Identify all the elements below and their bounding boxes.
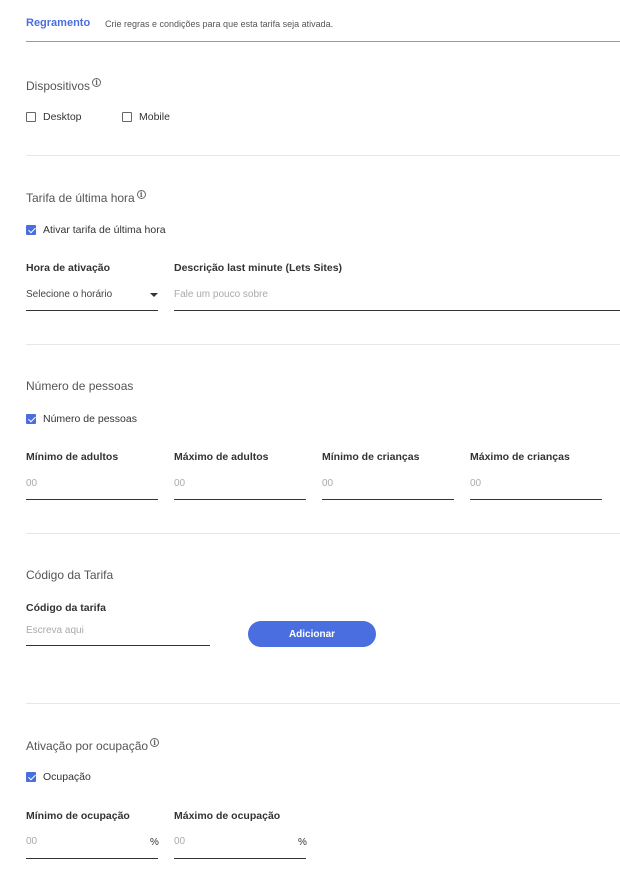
checkbox-people[interactable]	[26, 414, 36, 424]
devices-title: Dispositivos	[26, 79, 91, 93]
checkbox-label-people: Número de pessoas	[43, 413, 137, 425]
input-max-adults[interactable]: 00	[174, 478, 185, 489]
checkbox-mobile[interactable]	[122, 112, 132, 122]
field-label-description: Descrição last minute (Lets Sites)	[174, 262, 343, 274]
section-title-last-minute: Tarifa de última hora i	[26, 190, 146, 205]
input-min-occupancy[interactable]: 00	[26, 836, 37, 847]
input-max-children[interactable]: 00	[470, 478, 481, 489]
field-label-rate-code: Código da tarifa	[26, 602, 106, 614]
checkbox-label-desktop: Desktop	[43, 111, 82, 123]
add-button[interactable]: Adicionar	[248, 621, 376, 647]
field-label-min-children: Mínimo de crianças	[322, 451, 420, 463]
section-title-occupancy: Ativação por ocupação i	[26, 738, 160, 753]
tab-description: Crie regras e condições para que esta ta…	[105, 19, 334, 29]
info-icon[interactable]: i	[136, 190, 146, 199]
last-minute-title: Tarifa de última hora	[26, 191, 135, 205]
percent-unit: %	[150, 837, 159, 848]
input-max-occupancy[interactable]: 00	[174, 836, 185, 847]
field-label-min-adults: Mínimo de adultos	[26, 451, 119, 463]
checkbox-last-minute[interactable]	[26, 225, 36, 235]
field-underline	[26, 858, 158, 859]
tab-underline	[26, 41, 620, 42]
checkbox-label-mobile: Mobile	[139, 111, 170, 123]
checkbox-label-occupancy: Ocupação	[43, 771, 91, 783]
divider	[26, 533, 620, 534]
field-label-min-occupancy: Mínimo de ocupação	[26, 810, 130, 822]
field-label-activation-hour: Hora de ativação	[26, 262, 111, 274]
field-underline	[26, 310, 158, 311]
occupancy-title: Ativação por ocupação	[26, 739, 149, 753]
checkbox-desktop[interactable]	[26, 112, 36, 122]
field-underline	[174, 499, 306, 500]
field-underline	[26, 645, 210, 646]
tab-regramento[interactable]: Regramento	[26, 17, 90, 29]
info-icon[interactable]: i	[150, 738, 160, 747]
checkbox-label-last-minute: Ativar tarifa de última hora	[43, 224, 166, 236]
section-title-devices: Dispositivos i	[26, 78, 102, 93]
checkbox-occupancy[interactable]	[26, 772, 36, 782]
input-min-children[interactable]: 00	[322, 478, 333, 489]
field-underline	[174, 310, 620, 311]
input-min-adults[interactable]: 00	[26, 478, 37, 489]
field-label-max-children: Máximo de crianças	[470, 451, 570, 463]
field-underline	[470, 499, 602, 500]
chevron-down-icon[interactable]	[150, 293, 158, 297]
divider	[26, 703, 620, 704]
section-title-people: Número de pessoas	[26, 379, 134, 393]
select-activation-hour[interactable]: Selecione o horário	[26, 289, 112, 300]
field-underline	[322, 499, 454, 500]
input-rate-code[interactable]: Escreva aqui	[26, 625, 84, 636]
divider	[26, 344, 620, 345]
info-icon[interactable]: i	[92, 78, 102, 87]
input-description[interactable]: Fale um pouco sobre	[174, 289, 268, 300]
percent-unit: %	[298, 837, 307, 848]
field-underline	[26, 499, 158, 500]
divider	[26, 155, 620, 156]
field-label-max-occupancy: Máximo de ocupação	[174, 810, 281, 822]
section-title-rate-code: Código da Tarifa	[26, 568, 114, 582]
field-underline	[174, 858, 306, 859]
field-label-max-adults: Máximo de adultos	[174, 451, 269, 463]
